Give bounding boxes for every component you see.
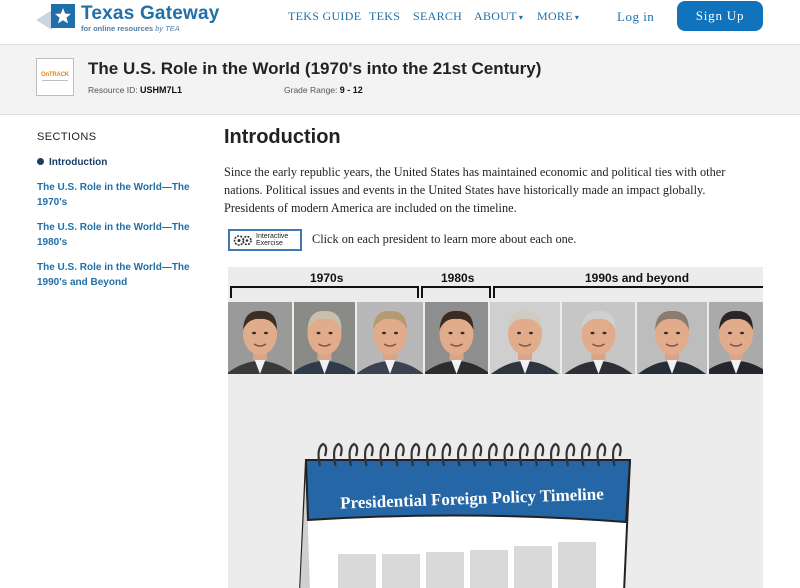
active-dot-icon [37, 158, 44, 165]
grade-range: Grade Range: 9 - 12 [284, 85, 363, 95]
resource-id: Resource ID: USHM7L1 [88, 85, 182, 95]
logo-tagline: for online resources by TEA [81, 24, 180, 33]
sidebar-item-introduction[interactable]: Introduction [37, 155, 207, 170]
nav-teks[interactable]: TEKS [369, 9, 400, 24]
login-link[interactable]: Log in [617, 9, 654, 25]
logo-arrow-shape [36, 10, 52, 30]
era-bracket-1980s [421, 286, 491, 298]
timeline-panel: 1970s 1980s 1990s and beyond Presidentia… [228, 267, 763, 588]
texas-gateway-logo[interactable]: Texas Gateway for online resources by TE… [36, 2, 236, 38]
nav-teks-guide[interactable]: TEKS GUIDE [288, 9, 361, 24]
era-bracket-1970s [230, 286, 419, 298]
top-navbar: Texas Gateway for online resources by TE… [0, 0, 800, 45]
portrait-face-icon [357, 302, 423, 374]
sidebar-item-1980s[interactable]: The U.S. Role in the World—The 1980's [37, 220, 207, 250]
portrait-face-icon [294, 302, 355, 374]
portrait-face-icon [228, 302, 292, 374]
portrait-face-icon [562, 302, 635, 374]
section-title: Introduction [224, 126, 341, 148]
era-label-1980s: 1980s [441, 271, 475, 285]
sidebar-item-1970s[interactable]: The U.S. Role in the World—The 1970's [37, 180, 207, 210]
president-portrait-carter[interactable] [357, 302, 423, 374]
interactive-exercise-badge: Interactive Exercise [228, 229, 302, 251]
portrait-face-icon [425, 302, 488, 374]
sections-heading: SECTIONS [37, 131, 97, 143]
intro-paragraph: Since the early republic years, the Unit… [224, 165, 726, 215]
president-portrait-bush-jr[interactable] [637, 302, 707, 374]
sidebar-item-1990s-beyond[interactable]: The U.S. Role in the World—The 1990's an… [37, 260, 207, 290]
chevron-down-icon: ▾ [518, 13, 524, 22]
president-portrait-ford[interactable] [294, 302, 355, 374]
president-portrait-reagan[interactable] [425, 302, 488, 374]
timeline-calendar: Presidential Foreign Policy Timeline [298, 442, 638, 588]
portrait-face-icon [490, 302, 560, 374]
nav-about[interactable]: ABOUT ▾ [474, 9, 523, 24]
star-icon [51, 4, 75, 28]
portrait-face-icon [709, 302, 763, 374]
president-portrait-obama[interactable] [709, 302, 763, 374]
ontrack-logo: OnTRACK [36, 58, 74, 96]
president-portraits [228, 302, 763, 374]
era-label-1970s: 1970s [310, 271, 344, 285]
gears-icon [233, 235, 252, 246]
signup-button[interactable]: Sign Up [677, 1, 763, 31]
resource-header: OnTRACK The U.S. Role in the World (1970… [0, 45, 800, 115]
portrait-face-icon [637, 302, 707, 374]
exercise-instruction: Click on each president to learn more ab… [312, 232, 577, 246]
president-portrait-bush-sr[interactable] [490, 302, 560, 374]
president-portrait-nixon[interactable] [228, 302, 292, 374]
era-label-1990s: 1990s and beyond [585, 271, 690, 285]
nav-more[interactable]: MORE ▾ [537, 9, 579, 24]
era-bracket-1990s [493, 286, 763, 298]
president-portrait-clinton[interactable] [562, 302, 635, 374]
logo-title: Texas Gateway [81, 3, 220, 24]
chevron-down-icon: ▾ [574, 13, 580, 22]
resource-title: The U.S. Role in the World (1970's into … [88, 59, 542, 78]
calendar-illustration: Presidential Foreign Policy Timeline [299, 442, 632, 588]
nav-search[interactable]: SEARCH [413, 9, 462, 24]
